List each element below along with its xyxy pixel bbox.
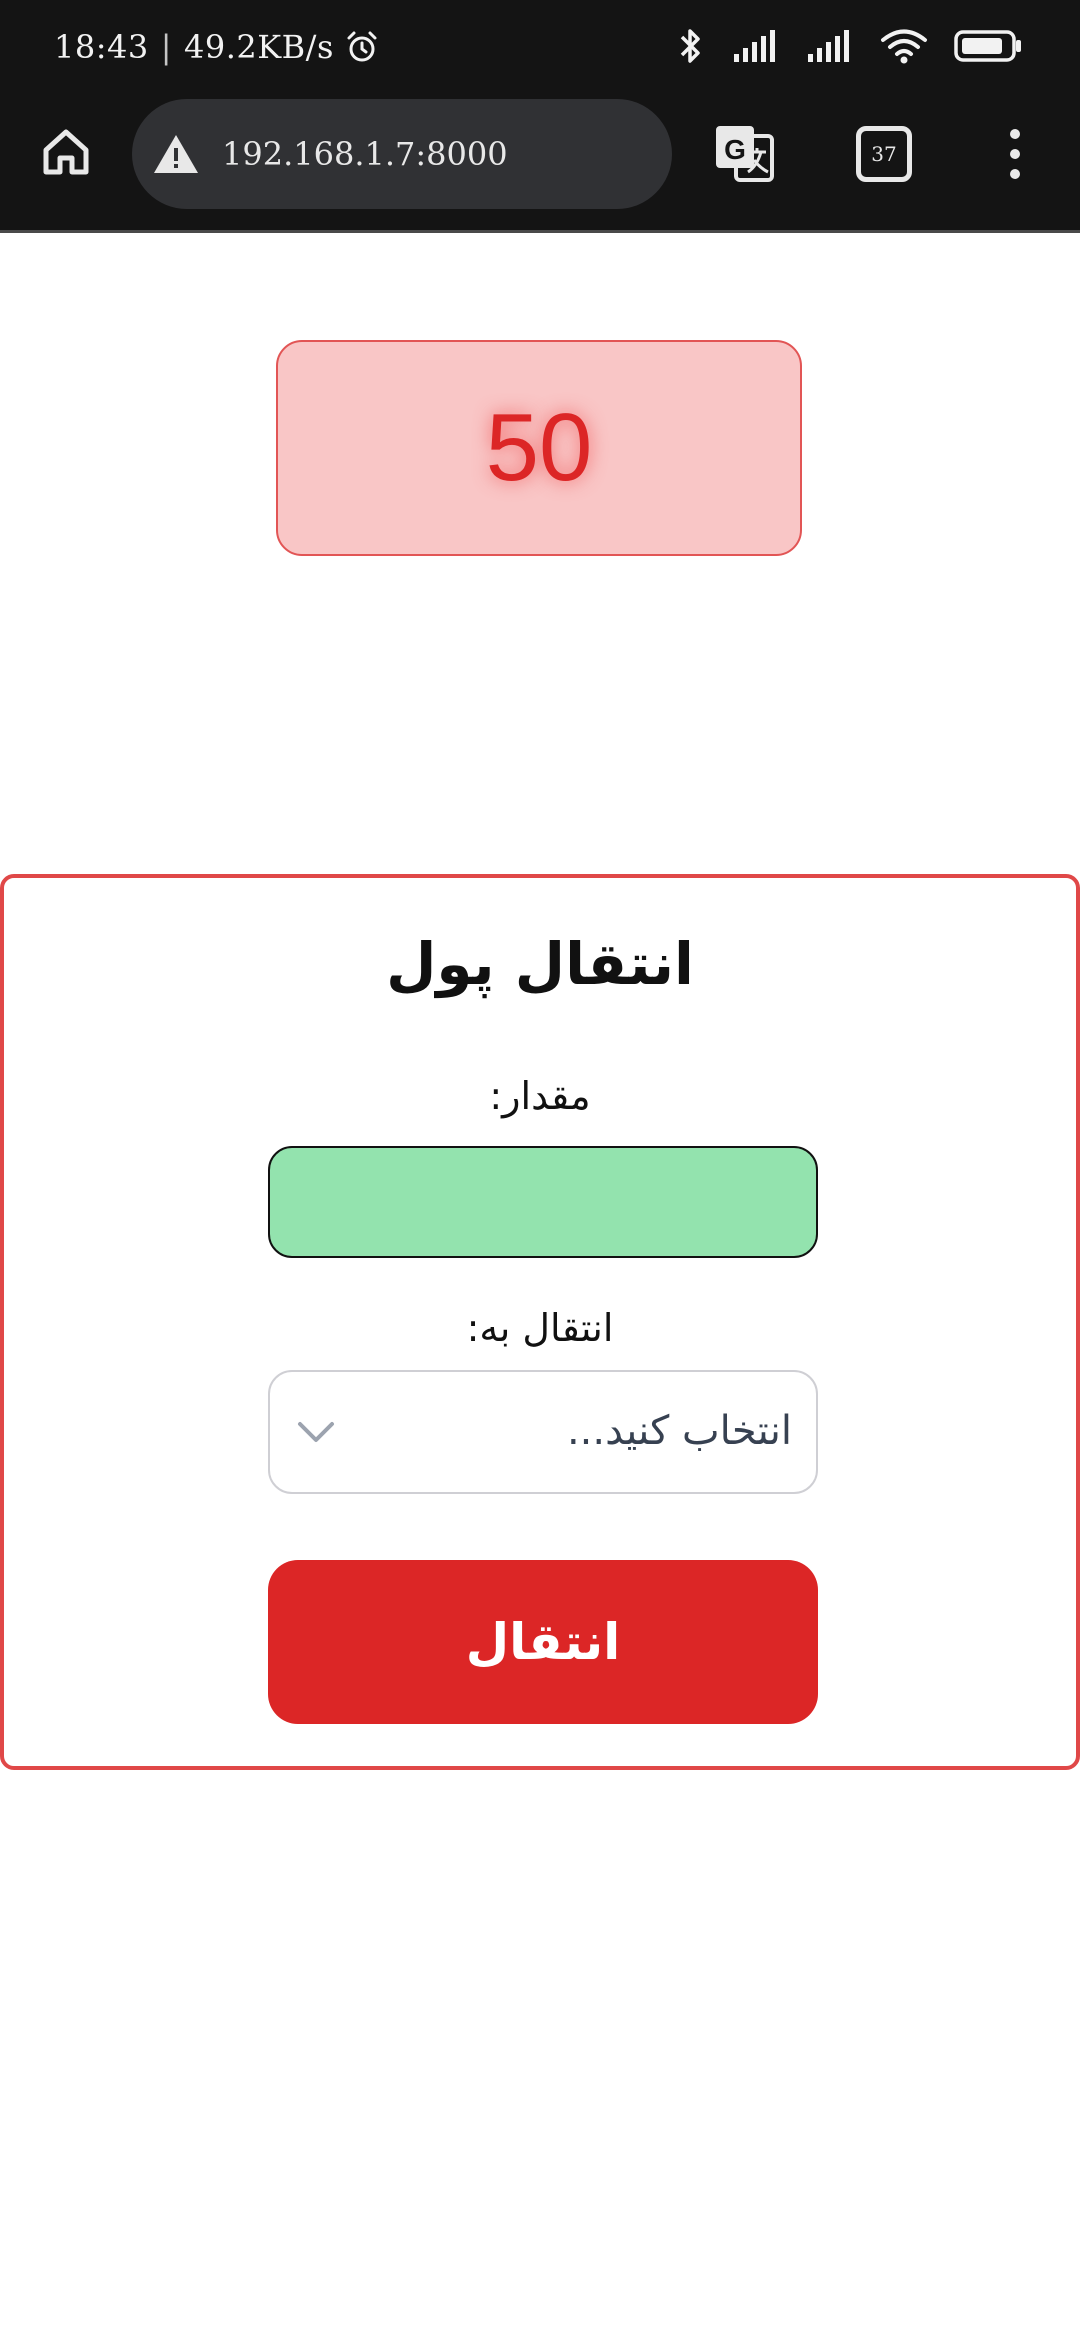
more-menu-button[interactable] bbox=[1000, 122, 1030, 186]
translate-button[interactable]: G bbox=[712, 122, 776, 186]
more-vert-icon bbox=[1010, 129, 1020, 179]
home-button[interactable] bbox=[38, 124, 94, 180]
amount-label: مقدار: bbox=[489, 1074, 591, 1118]
form-title: انتقال پول bbox=[386, 930, 694, 998]
status-time: 18:43 bbox=[54, 28, 149, 66]
transfer-button-label: انتقال bbox=[465, 1613, 621, 1671]
translate-icon: G bbox=[716, 126, 774, 182]
bluetooth-icon bbox=[676, 26, 706, 66]
balance-display: 50 bbox=[276, 340, 802, 556]
alarm-icon bbox=[347, 31, 377, 62]
status-separator: | bbox=[160, 28, 172, 66]
status-right bbox=[650, 26, 1024, 66]
warning-icon bbox=[152, 132, 200, 176]
tabs-button[interactable]: 37 bbox=[856, 126, 912, 182]
amount-input[interactable] bbox=[268, 1146, 818, 1258]
battery-icon bbox=[954, 29, 1024, 63]
signal-icon bbox=[732, 28, 780, 64]
destination-label: انتقال به: bbox=[466, 1306, 614, 1350]
balance-value: 50 bbox=[485, 394, 593, 501]
destination-select[interactable]: انتخاب کنید... bbox=[268, 1370, 818, 1494]
transfer-button[interactable]: انتقال bbox=[268, 1560, 818, 1724]
tab-count: 37 bbox=[871, 142, 897, 166]
wifi-icon bbox=[880, 27, 928, 65]
chevron-down-icon bbox=[298, 1422, 334, 1442]
address-bar[interactable]: 192.168.1.7:8000 bbox=[132, 99, 672, 209]
signal-icon bbox=[806, 28, 854, 64]
status-bar: 18:43 | 49.2KB/s bbox=[0, 0, 1080, 96]
url-text: 192.168.1.7:8000 bbox=[222, 135, 508, 173]
svg-text:G: G bbox=[724, 134, 746, 165]
network-speed: 49.2KB/s bbox=[184, 28, 334, 66]
destination-placeholder: انتخاب کنید... bbox=[566, 1408, 792, 1454]
transfer-form: انتقال پول مقدار: انتقال به: انتخاب کنید… bbox=[0, 874, 1080, 1770]
home-icon bbox=[43, 129, 89, 175]
browser-toolbar: 192.168.1.7:8000 G 37 bbox=[0, 96, 1080, 233]
status-left: 18:43 | 49.2KB/s bbox=[54, 28, 380, 66]
